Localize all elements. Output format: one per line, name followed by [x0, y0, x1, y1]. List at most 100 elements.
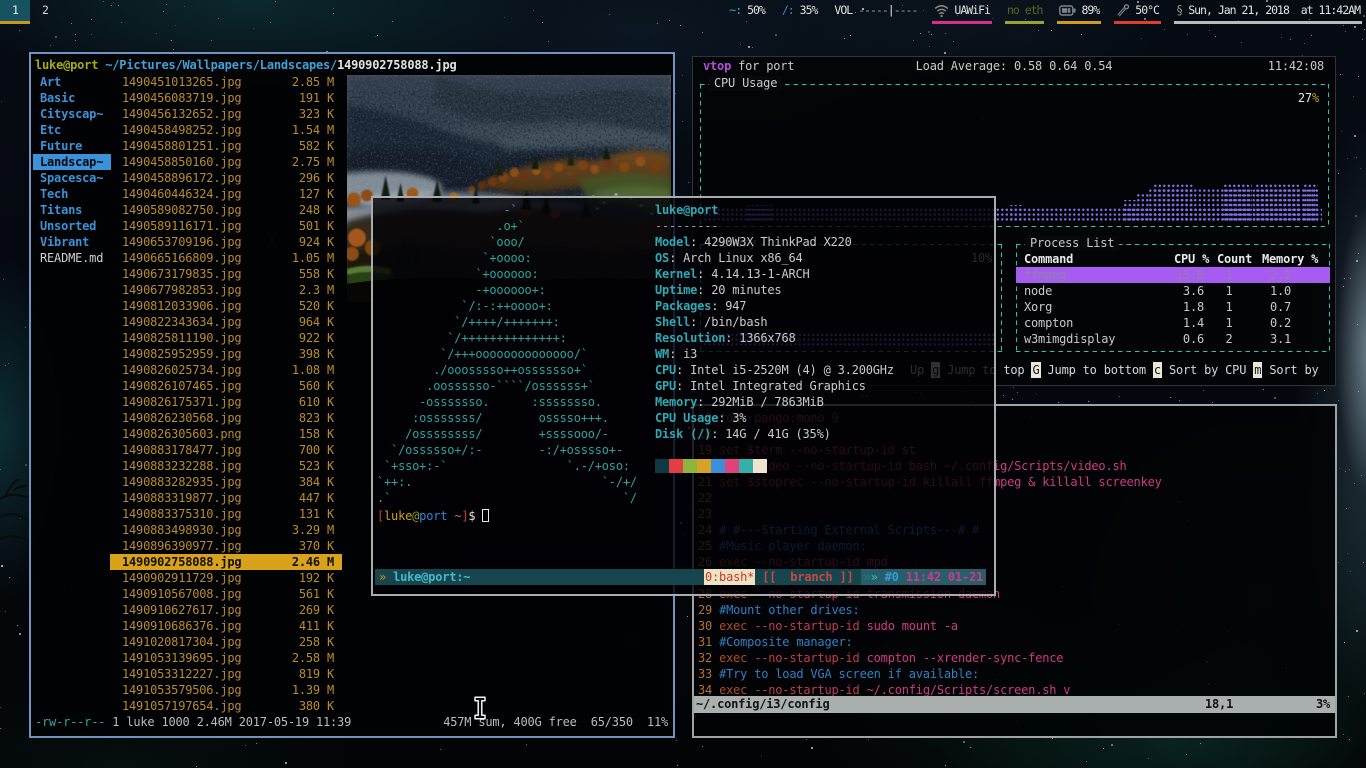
ranger-file-entry[interactable]: 1490910627617.jpg269 K: [110, 602, 342, 618]
ranger-dir-entry[interactable]: Etc: [33, 122, 111, 138]
process-list-panel: Process List Command CPU % Count Memory …: [1016, 244, 1330, 352]
color-swatch: [711, 459, 725, 473]
ranger-file-entry[interactable]: 1491053139695.jpg2.58 M: [110, 650, 342, 666]
ranger-dir-entry[interactable]: Landscap~: [33, 154, 111, 170]
cpu-chart-band: [1304, 183, 1318, 222]
ranger-file-entry[interactable]: 1490589082750.jpg248 K: [110, 202, 342, 218]
column-header-cpu[interactable]: CPU %: [1174, 251, 1209, 267]
ranger-file-entry[interactable]: 1490902758088.jpg2.46 M: [110, 554, 342, 570]
ranger-file-entry[interactable]: 1490665166809.jpg1.05 M: [110, 250, 342, 266]
ranger-file-entry[interactable]: 1491057197654.jpg380 K: [110, 698, 342, 714]
ranger-file-entry[interactable]: 1490910686376.jpg411 K: [110, 618, 342, 634]
status-block-ethernet[interactable]: no eth: [1005, 0, 1045, 24]
ranger-file-entry[interactable]: 1490460446324.jpg127 K: [110, 186, 342, 202]
color-swatch: [669, 459, 683, 473]
neofetch-info-line: GPU: Intel Integrated Graphics: [655, 378, 894, 394]
hotkey-label: Jump to bottom: [1041, 363, 1153, 377]
workspace-button-2[interactable]: 2: [30, 0, 60, 24]
ranger-file-entry[interactable]: 1491053579506.jpg1.39 M: [110, 682, 342, 698]
ranger-file-entry[interactable]: 1490826025734.jpg1.08 M: [110, 362, 342, 378]
ranger-dir-entry[interactable]: Basic: [33, 90, 111, 106]
i3bar: 12 ~: 50% /: 35% VOL -----|---- UAWiFi no et…: [0, 0, 1366, 24]
ranger-file-entry[interactable]: 1490677982853.jpg2.3 M: [110, 282, 342, 298]
ranger-file-entry[interactable]: 1490826107465.jpg560 K: [110, 378, 342, 394]
file-meta: 1 luke 1000 2.46M 2017-05-19 11:39: [105, 715, 351, 729]
workspace-switcher: 12: [0, 0, 60, 24]
hotkey-G: G: [1031, 362, 1040, 378]
ranger-file-entry[interactable]: 1490910567008.jpg561 K: [110, 586, 342, 602]
vim-line[interactable]: 30 exec --no-startup-id sudo mount -a: [698, 618, 1162, 634]
ranger-dir-entry[interactable]: Tech: [33, 186, 111, 202]
arch-ascii-logo: -` .o+` `ooo/ `+oooo: `+oooooo: -+oooooo…: [377, 202, 637, 506]
ranger-file-entry[interactable]: 1490458850160.jpg2.75 M: [110, 154, 342, 170]
ranger-file-entry[interactable]: 1490826305603.png158 K: [110, 426, 342, 442]
tmux-statusbar: » luke@port:~ 0:bash* [[ branch ]] »» #0…: [375, 569, 986, 585]
ranger-file-entry[interactable]: 1490883375310.jpg131 K: [110, 506, 342, 522]
process-row[interactable]: w3mimgdisplay0.623.1: [1016, 331, 1330, 347]
tmux-clock: 11:42 01-21: [899, 570, 983, 584]
ranger-dir-entry[interactable]: Vibrant: [33, 234, 111, 250]
status-block-wifi[interactable]: UAWiFi: [932, 0, 992, 24]
process-rows: ffmpeg15.612.1node3.611.0Xorg1.810.7comp…: [1016, 267, 1330, 347]
status-block-temperature[interactable]: 50°C: [1114, 0, 1161, 24]
neofetch-info-line: Packages: 947: [655, 298, 894, 314]
ranger-file-entry[interactable]: 1490589116171.jpg501 K: [110, 218, 342, 234]
star: [748, 46, 750, 48]
status-block-datetime[interactable]: §Sun, Jan 21, 2018 at 11:42AM: [1174, 0, 1362, 24]
ranger-file-entry[interactable]: 1490451013265.jpg2.85 M: [110, 74, 342, 90]
ranger-file-entry[interactable]: 1490458896172.jpg296 K: [110, 170, 342, 186]
column-header-count[interactable]: Count: [1217, 251, 1252, 267]
vim-line[interactable]: 31 #Composite manager:: [698, 634, 1162, 650]
ranger-file-entry[interactable]: 1490883178477.jpg700 K: [110, 442, 342, 458]
ranger-dir-entry[interactable]: Future: [33, 138, 111, 154]
vim-line[interactable]: 32 exec --no-startup-id compton --xrende…: [698, 650, 1162, 666]
process-row[interactable]: ffmpeg15.612.1: [1016, 267, 1330, 283]
process-row[interactable]: Xorg1.810.7: [1016, 299, 1330, 315]
ranger-file-entry[interactable]: 1490883498930.jpg3.29 M: [110, 522, 342, 538]
ranger-dir-entry[interactable]: README.md: [33, 250, 111, 266]
neofetch-info-line: CPU Usage: 3%: [655, 410, 894, 426]
status-block-disk-home[interactable]: ~: 50%: [727, 0, 767, 24]
workspace-button-1[interactable]: 1: [0, 0, 30, 24]
process-row[interactable]: compton1.410.2: [1016, 315, 1330, 331]
ranger-dir-entry[interactable]: Unsorted: [33, 218, 111, 234]
ranger-file-entry[interactable]: 1490456132652.jpg323 K: [110, 106, 342, 122]
ranger-file-entry[interactable]: 1490653709196.jpg924 K: [110, 234, 342, 250]
ranger-file-entry[interactable]: 1490902911729.jpg192 K: [110, 570, 342, 586]
ranger-file-entry[interactable]: 1490825952959.jpg398 K: [110, 346, 342, 362]
ranger-dir-entry[interactable]: Art: [33, 74, 111, 90]
status-block-disk-root[interactable]: /: 35%: [780, 0, 820, 24]
neofetch-info-line: WM: i3: [655, 346, 894, 362]
ranger-file-entry[interactable]: 1490456083719.jpg191 K: [110, 90, 342, 106]
ranger-file-entry[interactable]: 1490896390977.jpg370 K: [110, 538, 342, 554]
ranger-file-entry[interactable]: 1490883282935.jpg384 K: [110, 474, 342, 490]
ranger-file-entry[interactable]: 1490673179835.jpg558 K: [110, 266, 342, 282]
vim-line[interactable]: 33 #Try to load VGA screen if available:: [698, 666, 1162, 682]
status-block-battery[interactable]: 89%: [1057, 0, 1101, 24]
ranger-file-entry[interactable]: 1490812033906.jpg520 K: [110, 298, 342, 314]
neofetch-info-line: Resolution: 1366x768: [655, 330, 894, 346]
ranger-file-entry[interactable]: 1490822343634.jpg964 K: [110, 314, 342, 330]
ranger-dir-entry[interactable]: Cityscap~: [33, 106, 111, 122]
ranger-file-entry[interactable]: 1491053312227.jpg819 K: [110, 666, 342, 682]
ranger-file-entry[interactable]: 1491020817304.jpg258 K: [110, 634, 342, 650]
status-block-volume[interactable]: VOL -----|----: [832, 0, 919, 24]
ranger-dir-entry[interactable]: Titans: [33, 202, 111, 218]
vtop-clock: 11:42:08: [1268, 58, 1324, 74]
ranger-file-entry[interactable]: 1490825811190.jpg922 K: [110, 330, 342, 346]
cpu-chart-band: [1137, 194, 1149, 222]
column-header-command[interactable]: Command: [1024, 251, 1073, 267]
star: [1355, 215, 1357, 217]
ranger-file-entry[interactable]: 1490883319877.jpg447 K: [110, 490, 342, 506]
ranger-file-entry[interactable]: 1490826230568.jpg823 K: [110, 410, 342, 426]
process-row[interactable]: node3.611.0: [1016, 283, 1330, 299]
vim-line[interactable]: 29 #Mount other drives:: [698, 602, 1162, 618]
cpu-chart-band: [1010, 205, 1024, 222]
ranger-file-entry[interactable]: 1490883232288.jpg523 K: [110, 458, 342, 474]
column-header-memory[interactable]: Memory %: [1262, 251, 1318, 267]
neofetch-info: luke@port---------Model: 4290W3X ThinkPa…: [655, 202, 894, 442]
ranger-dir-entry[interactable]: Spacesca~: [33, 170, 111, 186]
ranger-file-entry[interactable]: 1490458801251.jpg582 K: [110, 138, 342, 154]
ranger-file-entry[interactable]: 1490458498252.jpg1.54 M: [110, 122, 342, 138]
ranger-file-entry[interactable]: 1490826175371.jpg610 K: [110, 394, 342, 410]
